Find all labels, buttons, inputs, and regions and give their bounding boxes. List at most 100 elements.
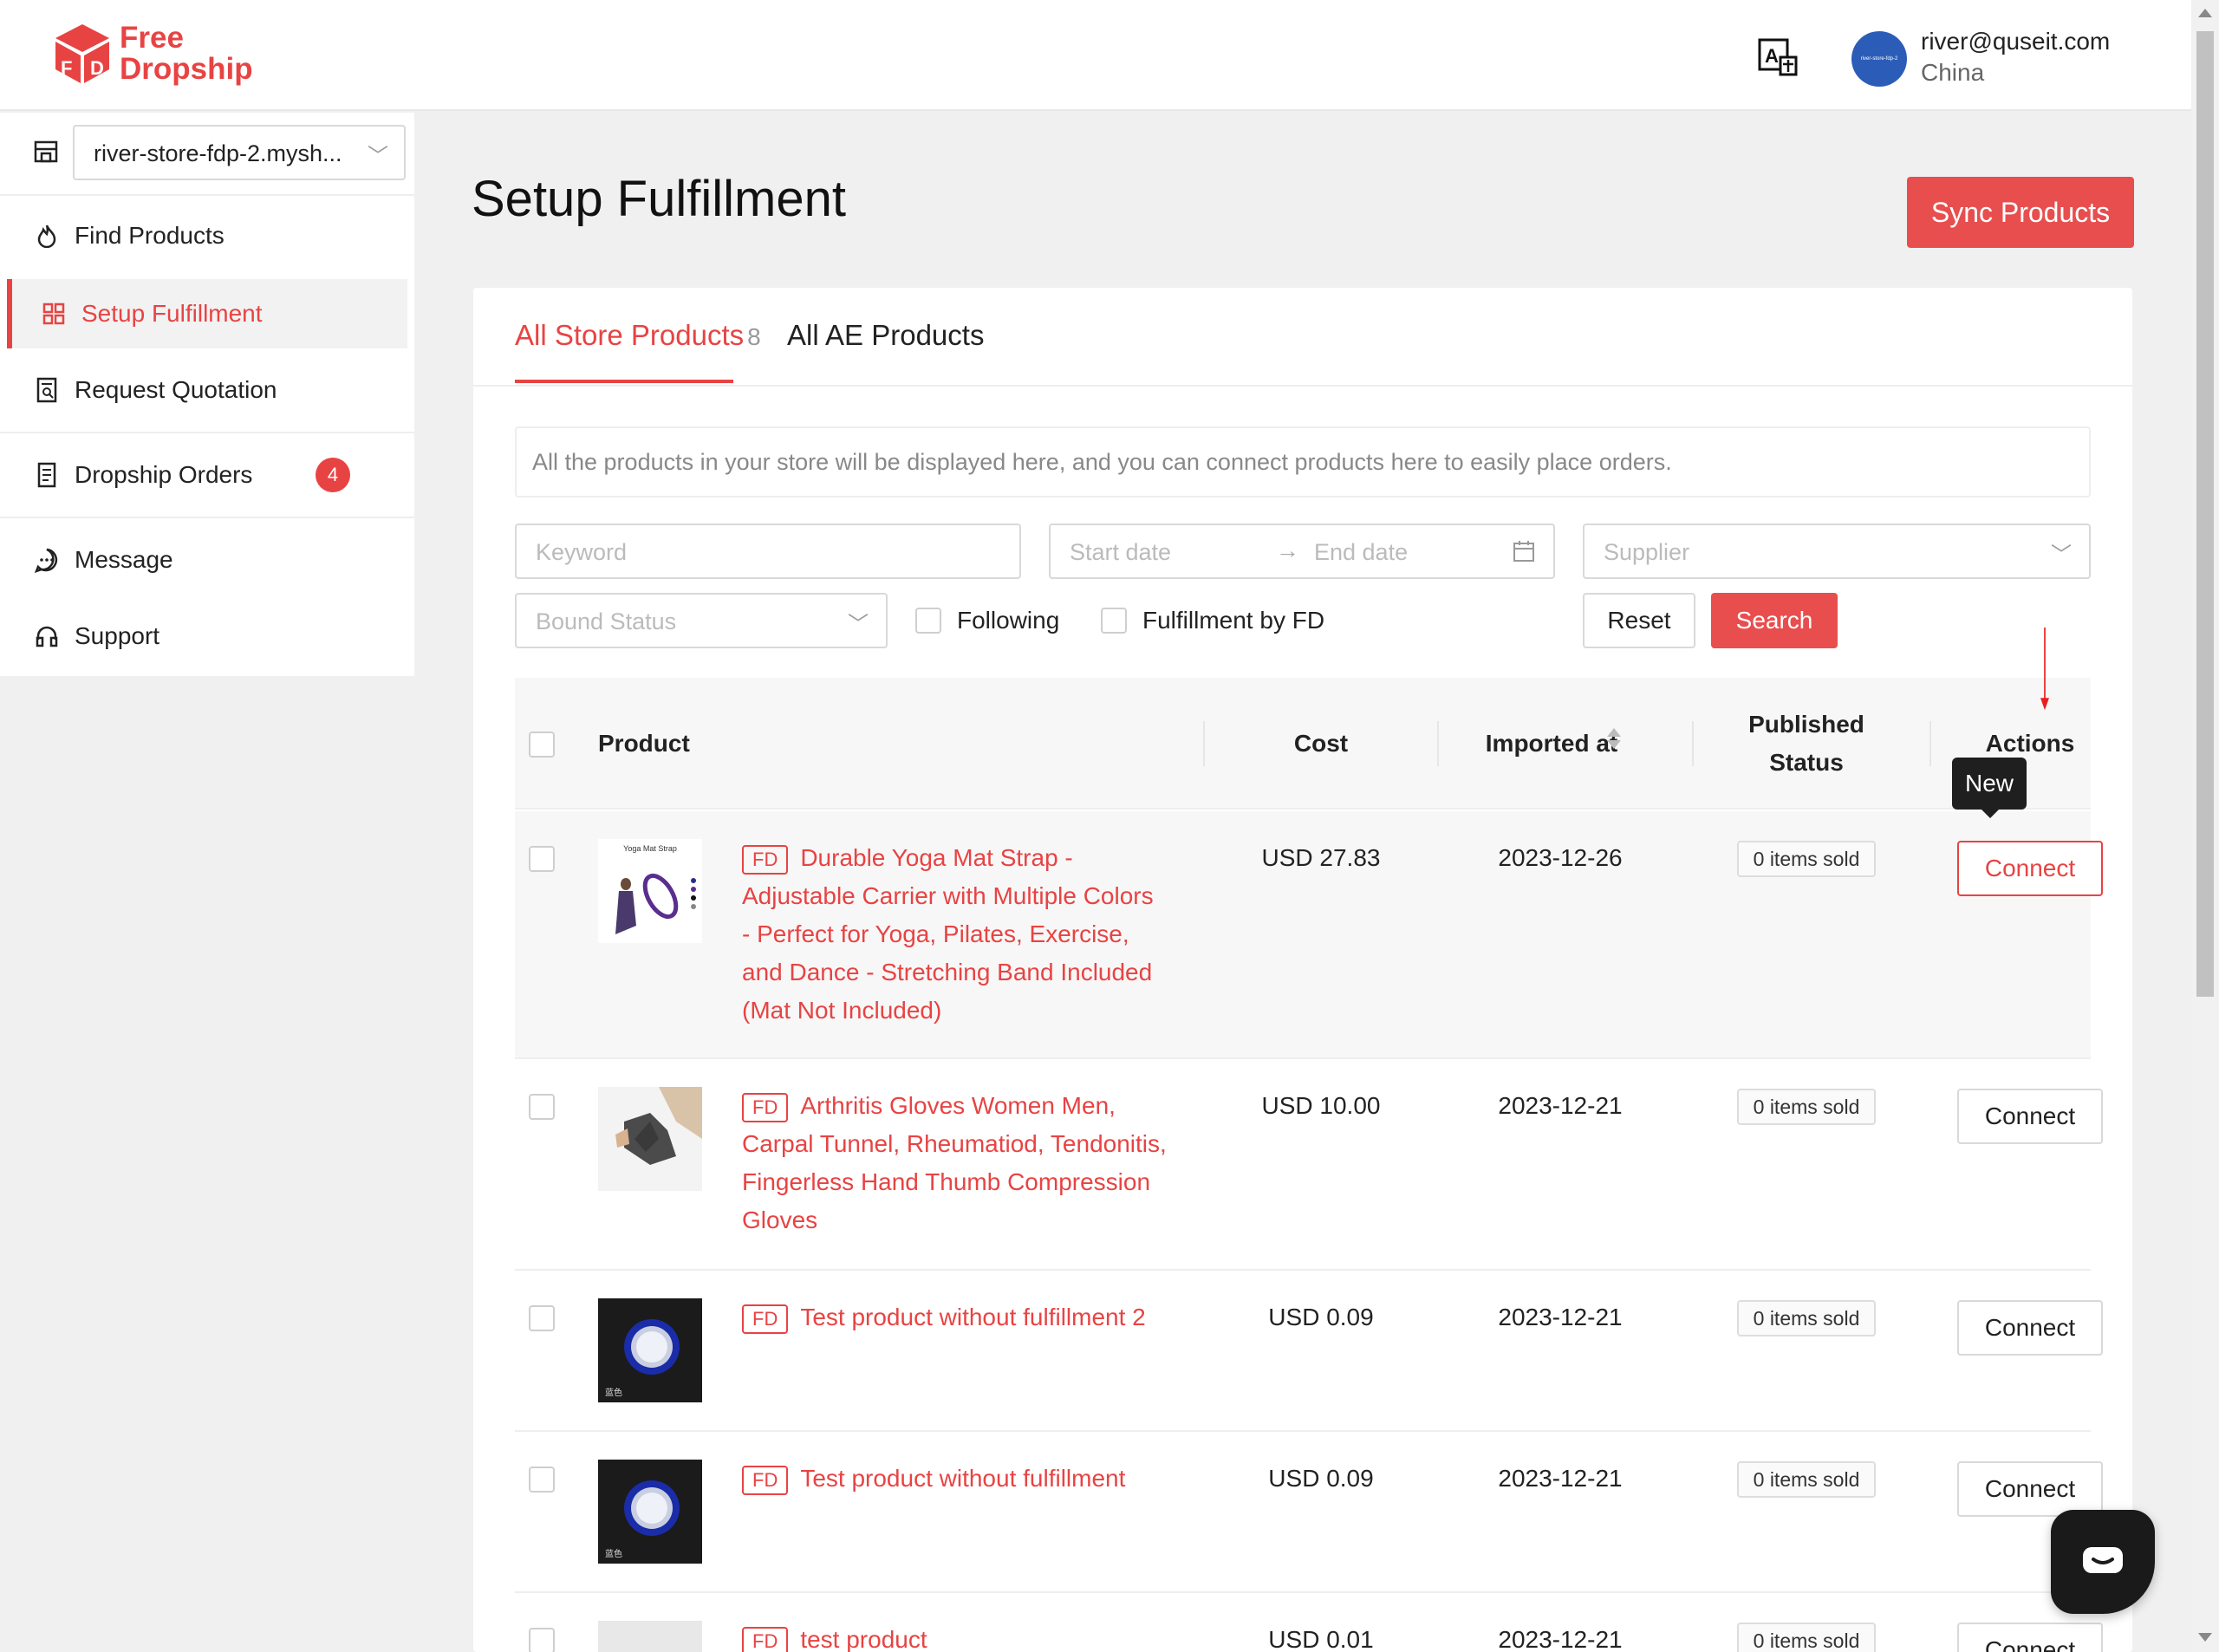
sync-products-button[interactable]: Sync Products xyxy=(1907,177,2134,248)
translate-icon[interactable]: A xyxy=(1756,36,1798,78)
sidebar: river-store-fdp-2.mysh... ﹀ Find Product… xyxy=(0,113,414,676)
active-tab-indicator xyxy=(515,380,733,383)
sidebar-divider xyxy=(0,432,414,433)
sidebar-item-find-products[interactable]: Find Products xyxy=(0,201,414,270)
reset-button[interactable]: Reset xyxy=(1583,593,1695,648)
product-name-link[interactable]: FD Test product without fulfillment 2 xyxy=(742,1298,1167,1337)
product-name-link[interactable]: FD Durable Yoga Mat Strap - Adjustable Ca… xyxy=(742,839,1167,1030)
logo[interactable]: F D Free Dropship xyxy=(52,23,253,85)
header-product: Product xyxy=(598,730,690,757)
tabs: All Store Products 8 All AE Products xyxy=(473,288,2132,387)
sidebar-item-setup-fulfillment[interactable]: Setup Fulfillment xyxy=(7,279,407,348)
headset-icon xyxy=(33,622,61,650)
published-status-tag: 0 items sold xyxy=(1737,841,1876,877)
new-tooltip: New xyxy=(1952,758,2027,810)
connect-button[interactable]: Connect xyxy=(1957,1461,2103,1517)
row-checkbox[interactable] xyxy=(529,1305,555,1331)
user-info[interactable]: river@quseit.com China xyxy=(1921,26,2110,88)
message-icon xyxy=(33,546,61,574)
product-name: Test product without fulfillment xyxy=(800,1465,1126,1492)
keyword-placeholder: Keyword xyxy=(536,539,628,565)
scroll-down-arrow-icon[interactable] xyxy=(2198,1633,2212,1642)
tab-all-ae-products[interactable]: All AE Products xyxy=(787,319,984,352)
supplier-placeholder: Supplier xyxy=(1604,539,1690,565)
header-published-line1: Published xyxy=(1748,711,1864,738)
select-all-checkbox[interactable] xyxy=(529,732,555,758)
chevron-down-icon: ﹀ xyxy=(848,613,869,636)
column-separator xyxy=(1203,721,1205,766)
published-status-tag: 0 items sold xyxy=(1737,1623,1876,1652)
user-email: river@quseit.com xyxy=(1921,28,2111,55)
svg-text:F: F xyxy=(61,57,72,79)
product-cost: USD 0.09 xyxy=(1268,1465,1374,1492)
store-select-value: river-store-fdp-2.mysh... xyxy=(94,140,342,166)
row-checkbox[interactable] xyxy=(529,846,555,872)
supplier-select[interactable]: Supplier ﹀ xyxy=(1583,524,2091,579)
tab-all-store-products[interactable]: All Store Products 8 xyxy=(515,319,761,352)
scrollbar-thumb[interactable] xyxy=(2196,31,2214,997)
page-title: Setup Fulfillment xyxy=(472,171,846,227)
sidebar-item-label: Dropship Orders xyxy=(75,461,253,488)
sidebar-item-dropship-orders[interactable]: Dropship Orders 4 xyxy=(0,440,414,510)
keyword-input[interactable]: Keyword xyxy=(515,524,1021,579)
product-cost: USD 10.00 xyxy=(1261,1092,1381,1119)
product-name: test product xyxy=(800,1626,927,1652)
column-separator xyxy=(1929,721,1931,766)
info-message: All the products in your store will be d… xyxy=(515,426,2091,498)
product-thumbnail[interactable]: 蓝色 xyxy=(598,1298,702,1402)
row-checkbox[interactable] xyxy=(529,1628,555,1652)
product-thumbnail[interactable] xyxy=(598,1621,702,1652)
sidebar-item-support[interactable]: Support xyxy=(0,602,414,671)
sort-icon[interactable] xyxy=(1607,728,1621,749)
start-date-placeholder: Start date xyxy=(1070,539,1172,565)
store-select[interactable]: river-store-fdp-2.mysh... ﹀ xyxy=(73,125,406,180)
connect-button[interactable]: Connect xyxy=(1957,1623,2103,1652)
row-checkbox[interactable] xyxy=(529,1467,555,1493)
logo-cube-icon: F D xyxy=(55,24,109,83)
product-name-link[interactable]: FD Test product without fulfillment xyxy=(742,1460,1167,1498)
search-button[interactable]: Search xyxy=(1711,593,1838,648)
tooltip-pointer xyxy=(1981,810,1999,818)
sidebar-item-label: Support xyxy=(75,622,160,649)
product-name-link[interactable]: FD Arthritis Gloves Women Men, Carpal Tun… xyxy=(742,1087,1167,1239)
sidebar-item-label: Setup Fulfillment xyxy=(81,300,263,327)
product-name-link[interactable]: FD test product xyxy=(742,1621,1167,1652)
sidebar-item-request-quotation[interactable]: Request Quotation xyxy=(0,355,414,425)
fulfillment-by-fd-checkbox[interactable]: Fulfillment by FD xyxy=(1101,607,1324,634)
checkbox[interactable] xyxy=(915,608,941,634)
connect-button[interactable]: Connect xyxy=(1957,1300,2103,1356)
product-thumbnail[interactable] xyxy=(598,1087,702,1191)
avatar[interactable]: river-store-fdp-2 xyxy=(1851,31,1907,87)
following-label: Following xyxy=(957,607,1060,634)
logo-line2: Dropship xyxy=(120,52,253,86)
quote-icon xyxy=(33,376,61,404)
imported-date: 2023-12-21 xyxy=(1498,1465,1623,1492)
logo-line1: Free xyxy=(120,21,184,55)
scroll-up-arrow-icon[interactable] xyxy=(2198,9,2212,17)
table-row: 蓝色 FD Test product without fulfillment 2 … xyxy=(515,1271,2103,1432)
date-range-picker[interactable]: Start date → End date xyxy=(1049,524,1555,579)
fd-tag: FD xyxy=(742,845,789,875)
row-checkbox[interactable] xyxy=(529,1094,555,1120)
orders-count-badge: 4 xyxy=(316,458,350,492)
checkbox[interactable] xyxy=(1101,608,1127,634)
product-thumbnail[interactable]: 蓝色 xyxy=(598,1460,702,1564)
tab-count: 8 xyxy=(747,323,761,350)
connect-button[interactable]: Connect xyxy=(1957,1089,2103,1144)
connect-button[interactable]: Connect xyxy=(1957,841,2103,896)
bound-status-placeholder: Bound Status xyxy=(536,608,677,634)
header-cost: Cost xyxy=(1293,730,1349,757)
table-row: FD test product USD 0.01 2023-12-21 0 ite… xyxy=(515,1593,2103,1652)
imported-date: 2023-12-26 xyxy=(1498,844,1623,871)
red-annotation-arrow-icon xyxy=(2040,628,2049,711)
imported-date: 2023-12-21 xyxy=(1498,1626,1623,1652)
store-row: river-store-fdp-2.mysh... ﹀ xyxy=(0,113,414,196)
product-thumbnail[interactable]: Yoga Mat Strap xyxy=(598,839,702,943)
tab-label: All Store Products xyxy=(515,319,745,351)
following-checkbox[interactable]: Following xyxy=(915,607,1059,634)
chat-widget-button[interactable] xyxy=(2051,1510,2155,1614)
page-scrollbar[interactable] xyxy=(2191,0,2219,1652)
sidebar-item-message[interactable]: Message xyxy=(0,525,414,595)
user-country: China xyxy=(1921,59,1985,86)
bound-status-select[interactable]: Bound Status ﹀ xyxy=(515,593,888,648)
